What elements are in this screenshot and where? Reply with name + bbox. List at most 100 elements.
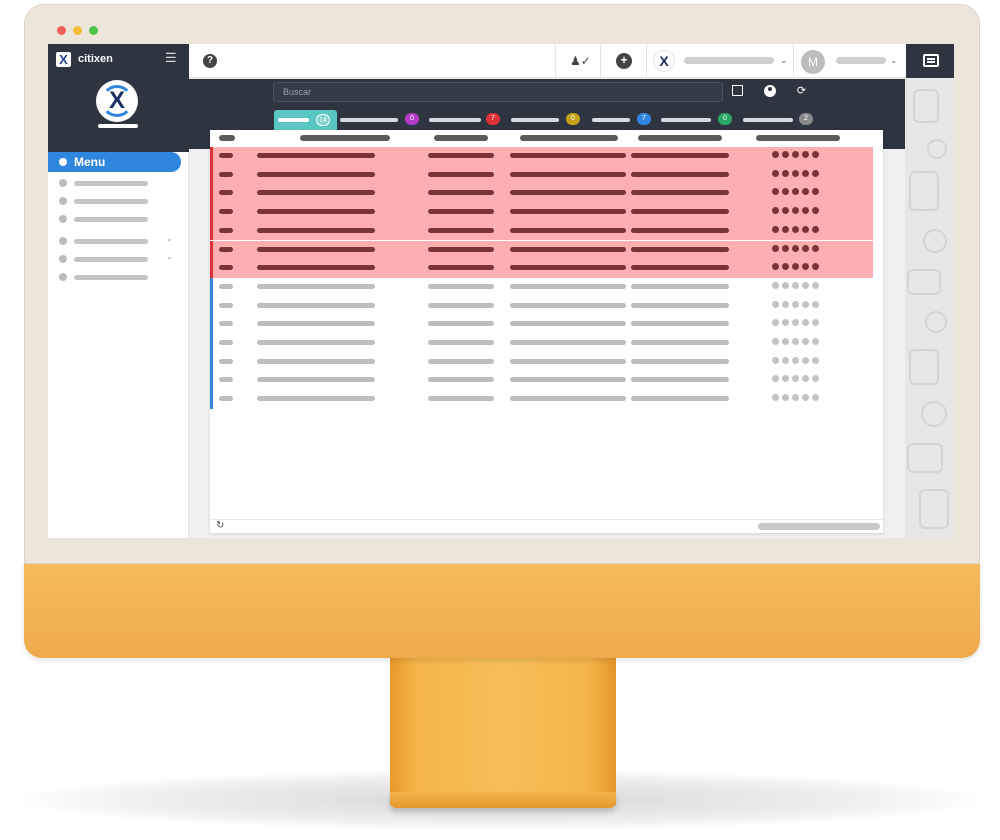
- tab-label-placeholder[interactable]: [340, 118, 398, 122]
- search-input[interactable]: Buscar: [273, 82, 723, 102]
- rating-dot-icon: [812, 394, 819, 402]
- app-name: citixen: [78, 53, 113, 65]
- rating-dot-icon: [782, 151, 789, 158]
- rating-dots: [772, 225, 819, 233]
- table-cell-placeholder: [631, 377, 729, 383]
- tab-count-badge[interactable]: 7: [486, 113, 500, 125]
- table-row-highlighted[interactable]: [210, 147, 873, 166]
- user-check-icon[interactable]: ♟✓: [570, 53, 591, 69]
- rating-dot-icon: [812, 225, 819, 233]
- rating-dot-icon: [802, 151, 809, 158]
- table-row[interactable]: [210, 277, 873, 297]
- refresh-icon[interactable]: ⟳: [795, 85, 808, 98]
- rating-dot-icon: [812, 244, 819, 252]
- sidebar-item-expandable[interactable]: ⌄: [59, 252, 173, 263]
- table-row[interactable]: [210, 371, 873, 391]
- tab-label-placeholder[interactable]: [661, 118, 711, 122]
- top-bar: ? ♟✓ + X ⌄ M ⌄: [189, 44, 954, 78]
- row-status-edge: [210, 390, 213, 409]
- help-icon[interactable]: ?: [203, 54, 217, 68]
- sidebar-item-menu[interactable]: Menu: [48, 152, 181, 172]
- horizontal-scrollbar[interactable]: [758, 523, 880, 530]
- table-row-highlighted[interactable]: [210, 259, 873, 278]
- table-cell-placeholder: [428, 302, 494, 308]
- rating-dot-icon: [782, 375, 789, 383]
- add-icon[interactable]: +: [616, 53, 632, 69]
- tab-count-badge[interactable]: 7: [637, 113, 651, 125]
- bullet-icon: [59, 237, 67, 245]
- table-row[interactable]: [210, 296, 873, 316]
- tab-label-placeholder[interactable]: [511, 118, 559, 122]
- rating-dot-icon: [802, 263, 809, 271]
- user-circle-icon[interactable]: [764, 85, 776, 97]
- column-header[interactable]: [300, 135, 390, 141]
- chevron-down-icon[interactable]: ⌄: [780, 55, 788, 66]
- rating-dot-icon: [772, 281, 779, 289]
- user-avatar[interactable]: M: [801, 50, 825, 74]
- close-dot[interactable]: [57, 26, 66, 35]
- rating-dot-icon: [802, 188, 809, 196]
- rating-dot-icon: [812, 338, 819, 345]
- table-cell-placeholder: [510, 283, 626, 289]
- sidebar-item[interactable]: [59, 179, 148, 187]
- rating-dot-icon: [812, 281, 819, 289]
- column-header[interactable]: [638, 135, 722, 141]
- tab-count-badge[interactable]: 0: [566, 113, 580, 125]
- sidebar-item[interactable]: [59, 215, 148, 223]
- rating-dots: [772, 338, 819, 345]
- table-cell-placeholder: [428, 321, 494, 327]
- table-row-highlighted[interactable]: [210, 184, 873, 204]
- table-cell-placeholder: [219, 377, 233, 383]
- table-row[interactable]: [210, 334, 873, 353]
- tab-count-badge[interactable]: 0: [718, 113, 732, 125]
- reload-icon[interactable]: ↻: [216, 520, 224, 531]
- tab-label-placeholder[interactable]: [592, 118, 630, 122]
- rating-dot-icon: [792, 188, 799, 196]
- tab-count-badge[interactable]: 2: [799, 113, 813, 125]
- rating-dot-icon: [792, 263, 799, 271]
- rating-dot-icon: [782, 207, 789, 215]
- maximize-dot[interactable]: [89, 26, 98, 35]
- rating-dot-icon: [772, 300, 779, 308]
- brand-header: X citixen ☰ X: [48, 44, 189, 152]
- organization-switcher-avatar[interactable]: X: [653, 50, 675, 72]
- column-header[interactable]: [219, 135, 235, 141]
- rating-dot-icon: [792, 375, 799, 383]
- rating-dot-icon: [792, 207, 799, 215]
- table-row-highlighted[interactable]: [210, 165, 873, 185]
- tab-label-placeholder[interactable]: [743, 118, 793, 122]
- minimize-dot[interactable]: [73, 26, 82, 35]
- sidebar-item[interactable]: [59, 273, 148, 281]
- row-status-edge: [210, 277, 213, 297]
- column-header[interactable]: [520, 135, 618, 141]
- organization-name-placeholder[interactable]: [684, 57, 774, 64]
- rating-dot-icon: [812, 300, 819, 308]
- chat-button[interactable]: [906, 44, 954, 78]
- hamburger-menu-icon[interactable]: ☰: [165, 50, 177, 66]
- column-header[interactable]: [434, 135, 488, 141]
- table-row[interactable]: [210, 390, 873, 409]
- table-row[interactable]: [210, 315, 873, 334]
- sidebar-item-expandable[interactable]: ⌄: [59, 234, 173, 245]
- user-name-placeholder[interactable]: [836, 57, 886, 64]
- table-row-highlighted[interactable]: [210, 203, 873, 222]
- tab-label-placeholder[interactable]: [429, 118, 481, 122]
- checkbox-square-icon[interactable]: [732, 85, 743, 96]
- rating-dot-icon: [782, 169, 789, 177]
- tab-all[interactable]: 14: [274, 110, 337, 132]
- rating-dot-icon: [772, 263, 779, 271]
- table-row-highlighted[interactable]: [210, 240, 873, 260]
- chevron-down-icon[interactable]: ⌄: [890, 55, 898, 66]
- tab-count-badge: 14: [316, 114, 330, 126]
- sidebar-item-label-placeholder: [74, 216, 148, 222]
- table-cell-placeholder: [219, 265, 233, 271]
- tab-count-badge[interactable]: 0: [405, 113, 419, 125]
- table-row-highlighted[interactable]: [210, 221, 873, 241]
- sidebar-item[interactable]: [59, 197, 148, 205]
- table-cell-placeholder: [219, 246, 233, 252]
- rating-dot-icon: [772, 169, 779, 177]
- column-header[interactable]: [756, 135, 840, 141]
- table-row[interactable]: [210, 352, 873, 372]
- bullet-icon: [59, 197, 67, 205]
- rating-dot-icon: [792, 300, 799, 308]
